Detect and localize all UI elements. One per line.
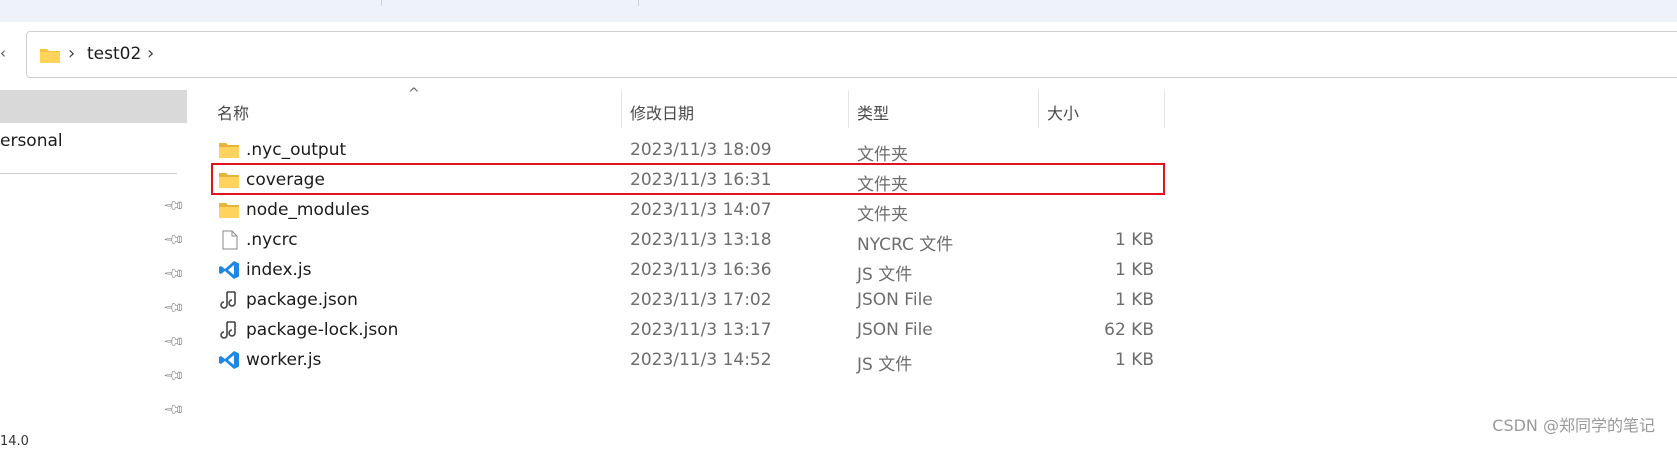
chevron-right-icon[interactable]: › [68,43,75,64]
watermark: CSDN @郑同学的笔记 [1492,416,1655,435]
file-name[interactable]: package.json [246,290,358,310]
file-date: 2023/11/3 16:36 [630,260,772,280]
file-name[interactable]: worker.js [246,350,321,370]
address-bar[interactable]: › test02 › [26,31,1677,78]
pin-icon[interactable]: 📌︎ [162,364,186,388]
folder-icon [219,203,239,218]
pin-icon[interactable]: 📌︎ [162,262,186,286]
sidebar-item-selected[interactable] [0,90,187,123]
column-header-date[interactable]: 修改日期 [630,100,694,124]
column-header-type[interactable]: 类型 [857,100,889,124]
sidebar-item-personal[interactable]: ersonal [0,131,63,151]
file-date: 2023/11/3 14:07 [630,200,772,220]
file-row[interactable]: .nycrc 2023/11/3 13:18 NYCRC 文件 1 KB [210,225,1170,255]
file-size: 1 KB [1114,260,1154,280]
sort-ascending-icon: ^ [408,86,420,102]
folder-icon [219,143,239,158]
column-header-name[interactable]: 名称 [217,100,249,124]
file-name[interactable]: .nycrc [246,230,298,250]
column-header-size[interactable]: 大小 [1047,100,1079,124]
file-type: NYCRC 文件 [857,235,954,255]
file-type: 文件夹 [857,145,908,165]
pin-icon[interactable]: 📌︎ [162,194,186,218]
sidebar-item-bottom[interactable]: 14.0 [0,434,29,449]
file-type: JS 文件 [857,265,913,285]
file-type: JSON File [857,320,933,340]
file-name[interactable]: node_modules [246,200,370,220]
file-date: 2023/11/3 18:09 [630,140,772,160]
tab-separator [381,0,382,6]
pin-icon[interactable]: 📌︎ [162,228,186,252]
nav-back-icon[interactable]: ‹ [0,44,6,62]
file-name[interactable]: package-lock.json [246,320,398,340]
column-separator[interactable] [1164,90,1165,128]
file-size: 1 KB [1114,230,1154,250]
file-row[interactable]: index.js 2023/11/3 16:36 JS 文件 1 KB [210,255,1170,285]
file-icon [222,230,238,250]
column-separator[interactable] [848,90,849,128]
column-separator[interactable] [1038,90,1039,128]
folder-icon [40,49,60,63]
file-row[interactable]: node_modules 2023/11/3 14:07 文件夹 [210,195,1170,225]
chevron-right-icon[interactable]: › [147,43,154,64]
file-size: 1 KB [1114,350,1154,370]
column-separator[interactable] [621,90,622,128]
file-name[interactable]: .nyc_output [246,140,346,160]
vscode-icon [219,261,239,279]
file-row[interactable]: worker.js 2023/11/3 14:52 JS 文件 1 KB [210,345,1170,375]
breadcrumb-item[interactable]: test02 [87,44,141,64]
file-date: 2023/11/3 14:52 [630,350,772,370]
file-list: ^ 名称 修改日期 类型 大小 .nyc_output 2023/11/3 18… [190,86,1677,472]
file-date: 2023/11/3 13:17 [630,320,772,340]
pin-icon[interactable]: 📌︎ [162,296,186,320]
file-size: 1 KB [1114,290,1154,310]
file-date: 2023/11/3 13:18 [630,230,772,250]
highlight-box [211,163,1165,195]
file-name[interactable]: index.js [246,260,312,280]
file-type: JS 文件 [857,355,913,375]
file-size: 62 KB [1104,320,1154,340]
file-row[interactable]: package-lock.json 2023/11/3 13:17 JSON F… [210,315,1170,345]
pin-icon[interactable]: 📌︎ [162,330,186,354]
vscode-icon [219,351,239,369]
navigation-pane: ersonal 📌︎ 📌︎ 📌︎ 📌︎ 📌︎ 📌︎ 📌︎ 14.0 [0,90,188,472]
file-type: JSON File [857,290,933,310]
json-icon [220,321,236,339]
file-type: 文件夹 [857,205,908,225]
file-row[interactable]: package.json 2023/11/3 17:02 JSON File 1… [210,285,1170,315]
file-date: 2023/11/3 17:02 [630,290,772,310]
file-row[interactable]: .nyc_output 2023/11/3 18:09 文件夹 [210,135,1170,165]
sidebar-divider [0,173,177,174]
pin-icon[interactable]: 📌︎ [162,398,186,422]
tab-strip [0,0,1677,23]
tab-separator [638,0,639,6]
json-icon [220,291,236,309]
